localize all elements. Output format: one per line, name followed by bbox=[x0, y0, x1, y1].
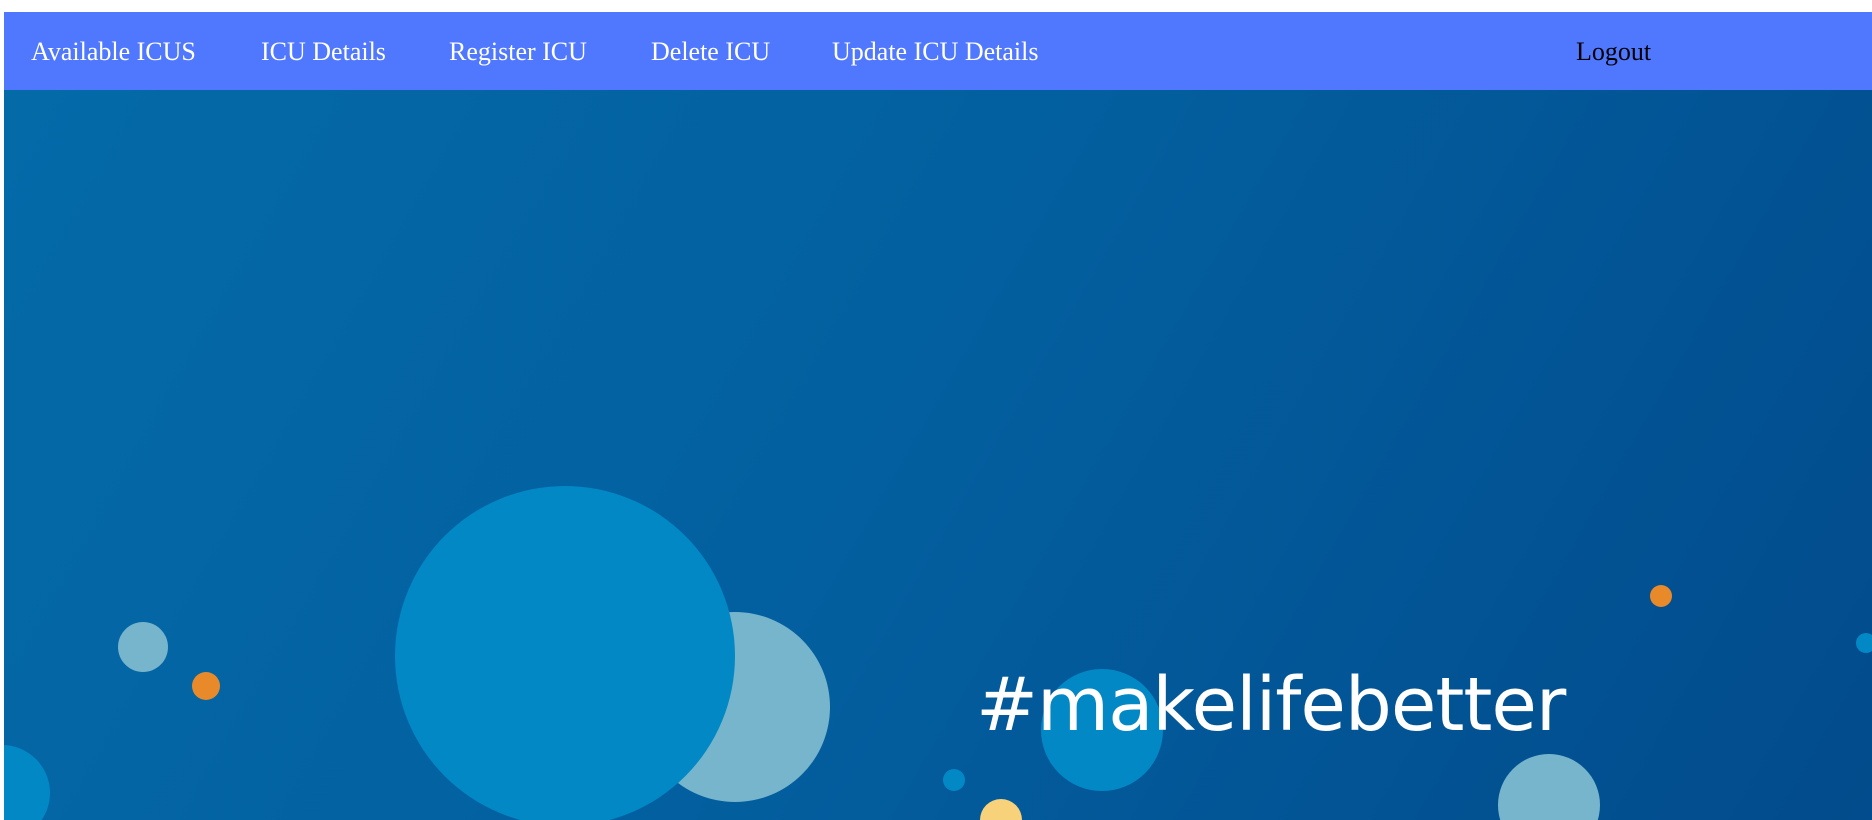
page: Available ICUS ICU Details Register ICU … bbox=[4, 12, 1872, 820]
hero-tagline: #makelifebetter bbox=[976, 662, 1566, 748]
nav-delete-icu[interactable]: Delete ICU bbox=[651, 32, 770, 72]
bubble-blue-right-edge bbox=[1856, 633, 1872, 653]
nav-available-icus[interactable]: Available ICUS bbox=[31, 32, 196, 72]
logout-link[interactable]: Logout bbox=[1576, 32, 1651, 72]
bubble-orange-right bbox=[1650, 585, 1672, 607]
top-navbar: Available ICUS ICU Details Register ICU … bbox=[4, 12, 1872, 90]
bubble-blue-large bbox=[395, 486, 735, 820]
hero-bubbles-graphic bbox=[4, 486, 1872, 820]
bubble-blue-bottom-left bbox=[4, 745, 50, 820]
nav-update-icu-details[interactable]: Update ICU Details bbox=[832, 32, 1039, 72]
nav-icu-details[interactable]: ICU Details bbox=[261, 32, 386, 72]
hero-banner: #makelifebetter bbox=[4, 90, 1872, 820]
bubble-light-small bbox=[118, 622, 168, 672]
nav-register-icu[interactable]: Register ICU bbox=[449, 32, 587, 72]
bubble-light-bottom-right bbox=[1498, 754, 1600, 820]
bubble-orange-left bbox=[192, 672, 220, 700]
bubble-blue-tiny bbox=[943, 769, 965, 791]
bubble-yellow bbox=[980, 799, 1022, 820]
